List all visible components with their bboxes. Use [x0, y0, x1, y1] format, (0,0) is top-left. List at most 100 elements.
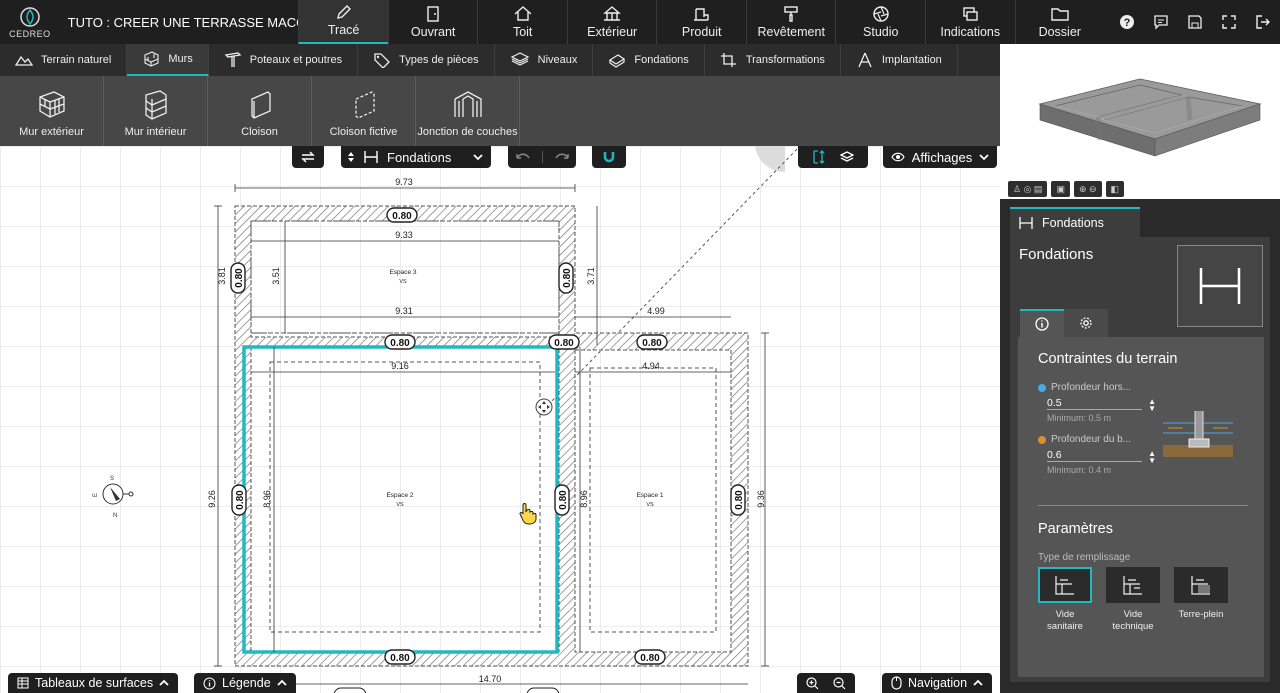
subtab-implantation[interactable]: Implantation [841, 44, 958, 76]
legend-button[interactable]: Légende [194, 673, 296, 693]
tool-mur-interieur[interactable]: Mur intérieur [104, 76, 208, 146]
compass-rose-icon[interactable]: S N E [93, 476, 134, 519]
tab-ouvrant[interactable]: Ouvrant [387, 0, 478, 44]
chat-icon[interactable] [1144, 0, 1178, 44]
dim-label: 8.96 [262, 490, 272, 508]
level-select[interactable]: Fondations [341, 146, 491, 168]
selected-foundation[interactable] [242, 345, 559, 654]
undo-icon[interactable] [515, 152, 530, 162]
surfaces-table-button[interactable]: Tableaux de surfaces [8, 673, 179, 693]
preview-zoom-buttons[interactable]: ⊕ ⊖ [1073, 181, 1102, 197]
tool-cloison-fictive[interactable]: Cloison fictive [312, 76, 416, 146]
info-tab[interactable] [1020, 309, 1064, 337]
zoom-in-icon[interactable] [806, 676, 819, 690]
foundation-walls[interactable] [234, 205, 749, 667]
subtab-label: Poteaux et poutres [249, 54, 343, 66]
project-title[interactable]: TUTO : CREER UNE TERRASSE MACO... [60, 0, 299, 44]
beam-icon [224, 52, 242, 67]
move-handle-icon[interactable] [535, 398, 553, 416]
rotation-handle[interactable] [755, 146, 785, 173]
layers-stack-icon[interactable] [840, 150, 854, 164]
chevron-up-icon [973, 679, 983, 686]
redo-icon[interactable] [554, 152, 569, 162]
field-label: Profondeur du b... [1051, 434, 1132, 445]
panel-tab-fondations[interactable]: Fondations [1010, 207, 1140, 237]
fill-option-label: Vide sanitaire [1047, 609, 1083, 632]
room-sub: VS [646, 502, 654, 508]
history-controls [508, 146, 576, 168]
settings-tab[interactable] [1064, 309, 1108, 337]
zoom-controls [797, 673, 855, 693]
room-name: Espace 1 [636, 492, 663, 499]
fill-option-label: Vide technique [1112, 609, 1154, 632]
subtab-poteaux-poutres[interactable]: Poteaux et poutres [209, 44, 359, 76]
cedreo-logo[interactable]: CEDREO [0, 0, 60, 44]
save-icon[interactable] [1178, 0, 1212, 44]
subtab-niveaux[interactable]: Niveaux [495, 44, 594, 76]
tab-studio[interactable]: Studio [835, 0, 925, 44]
tab-toit[interactable]: Toit [477, 0, 567, 44]
subtab-types-pieces[interactable]: Types de pièces [358, 44, 495, 76]
legend-label: Légende [222, 676, 271, 690]
tool-cloison[interactable]: Cloison [208, 76, 312, 146]
paint-roller-icon [784, 6, 798, 22]
help-icon[interactable]: ? [1110, 0, 1144, 44]
svg-text:0.80: 0.80 [234, 268, 245, 288]
tab-exterieur[interactable]: Extérieur [566, 0, 657, 44]
tab-indications[interactable]: Indications [925, 0, 1015, 44]
tab-produit[interactable]: Produit [656, 0, 746, 44]
room-labels[interactable]: Espace 3 VS Espace 2 VS Espace 1 VS [386, 269, 663, 508]
width-badges[interactable]: 0.80 0.80 0.80 0.80 0.80 0.80 0.80 0.80 … [230, 207, 746, 665]
signs-icon [963, 7, 978, 21]
fullscreen-icon[interactable] [1212, 0, 1246, 44]
plan-canvas[interactable]: 9.73 9.33 9.31 4.99 9.16 4.94 3.81 3.51 … [0, 146, 1000, 693]
preview-mouse-button[interactable]: ◧ [1105, 181, 1125, 197]
stepper-icon[interactable]: ▲ ▼ [1148, 398, 1156, 413]
tab-dossier[interactable]: Dossier [1014, 0, 1105, 44]
svg-text:0.80: 0.80 [390, 653, 410, 664]
tab-trace[interactable]: Tracé [298, 0, 388, 44]
divider [1038, 505, 1248, 506]
subtab-transformations[interactable]: Transformations [705, 44, 841, 76]
swap-button[interactable] [292, 146, 324, 168]
depth-input[interactable]: 0.6 [1047, 446, 1142, 462]
zoom-out-icon[interactable] [833, 676, 846, 690]
floor-plan[interactable]: 9.73 9.33 9.31 4.99 9.16 4.94 3.81 3.51 … [0, 146, 1000, 693]
preview-view-buttons[interactable]: ♙ ◎ ▤ [1008, 181, 1048, 197]
depth-input[interactable]: 0.5 [1047, 394, 1142, 410]
affichages-label: Affichages [911, 149, 973, 165]
fill-option-vide-technique[interactable] [1106, 567, 1160, 603]
subtab-fondations[interactable]: Fondations [593, 44, 705, 76]
affichages-menu[interactable]: Affichages [883, 146, 997, 168]
dimension-toggle-icon[interactable] [812, 150, 826, 164]
preview-camera-button[interactable]: ▣ [1051, 181, 1070, 197]
tab-label: Ouvrant [410, 25, 456, 39]
stepper-icon[interactable]: ▲ ▼ [1148, 450, 1156, 465]
tab-label: Tracé [327, 23, 360, 37]
tab-revetement[interactable]: Revêtement [745, 0, 836, 44]
svg-text:0.80: 0.80 [558, 490, 569, 510]
logout-icon[interactable] [1246, 0, 1280, 44]
dim-label: 14.70 [479, 674, 502, 684]
magnet-button[interactable] [592, 146, 626, 168]
fill-option-terre-plein[interactable] [1174, 567, 1228, 603]
fill-option-label: Terre-plein [1178, 609, 1224, 620]
fill-option-vide-sanitaire[interactable] [1038, 567, 1092, 603]
navigation-button[interactable]: Navigation [882, 673, 993, 693]
foundation-symbol-icon [364, 151, 378, 163]
subtab-murs[interactable]: Murs [127, 44, 209, 76]
3d-preview[interactable]: ♙ ◎ ▤ ▣ ⊕ ⊖ ◧ [1000, 44, 1280, 199]
chevron-up-icon [159, 679, 169, 686]
table-icon [17, 677, 29, 689]
eye-icon [891, 152, 905, 162]
tool-mur-exterieur[interactable]: Mur extérieur [0, 76, 104, 146]
tree-icon [603, 6, 622, 21]
subtab-terrain-naturel[interactable]: Terrain naturel [0, 44, 128, 76]
panel-title: Fondations [1019, 246, 1094, 263]
magnet-icon [603, 152, 615, 163]
tab-label: Toit [512, 25, 533, 39]
section-title-parametres: Paramètres [1038, 521, 1113, 537]
section-title-terrain: Contraintes du terrain [1038, 351, 1178, 367]
3d-foundation-render[interactable] [1000, 44, 1280, 184]
tool-jonction-couches[interactable]: Jonction de couches [416, 76, 520, 146]
